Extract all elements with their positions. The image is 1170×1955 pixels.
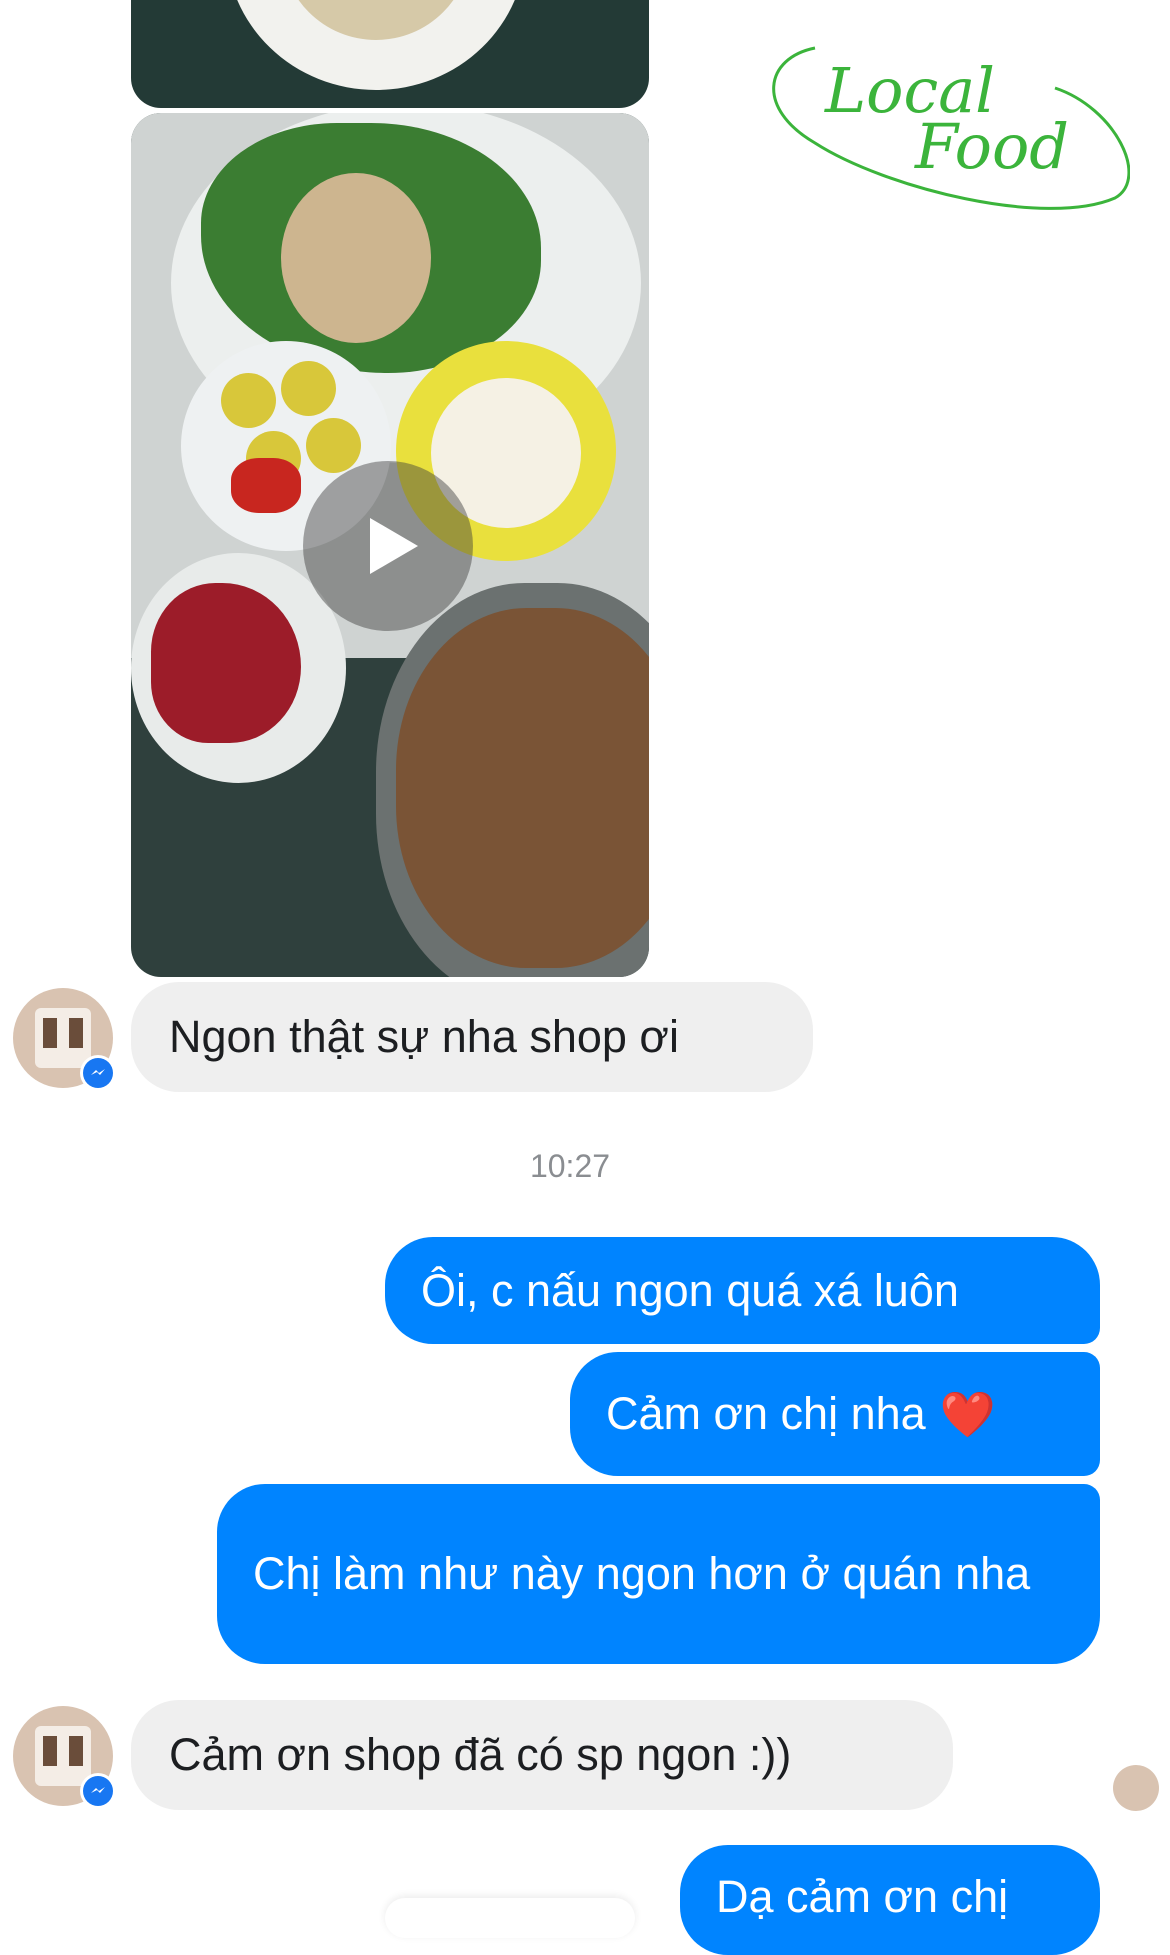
incoming-message[interactable]: Ngon thật sự nha shop ơi — [131, 982, 813, 1092]
messenger-icon — [91, 1787, 105, 1793]
lime-slice — [221, 373, 276, 428]
shared-photo[interactable] — [131, 0, 649, 108]
outgoing-message[interactable]: Ôi, c nấu ngon quá xá luôn — [385, 1237, 1100, 1344]
outgoing-message[interactable]: Cảm ơn chị nha ❤️ — [570, 1352, 1100, 1476]
outgoing-message[interactable]: Dạ cảm ơn chị — [680, 1845, 1100, 1955]
bean-sprouts — [281, 173, 431, 343]
messenger-icon — [91, 1069, 105, 1075]
messenger-badge — [80, 1773, 116, 1809]
composer-preview — [385, 1898, 635, 1938]
seen-avatar — [1113, 1765, 1159, 1811]
message-timestamp: 10:27 — [529, 1148, 611, 1184]
play-icon — [370, 518, 418, 574]
incoming-message[interactable]: Cảm ơn shop đã có sp ngon :)) — [131, 1700, 953, 1810]
logo-text-food: Food — [915, 110, 1069, 183]
lime-slice — [306, 418, 361, 473]
outgoing-message-text: Cảm ơn chị nha — [606, 1388, 926, 1439]
broth — [396, 608, 649, 968]
outgoing-message[interactable]: Chị làm như này ngon hơn ở quán nha — [217, 1484, 1100, 1664]
heart-icon: ❤️ — [939, 1388, 996, 1440]
play-button[interactable] — [303, 461, 473, 631]
lime-slice — [281, 361, 336, 416]
chili-slices — [231, 458, 301, 513]
local-food-logo: Local Food — [755, 38, 1131, 223]
messenger-badge — [80, 1055, 116, 1091]
shared-video[interactable] — [131, 113, 649, 977]
